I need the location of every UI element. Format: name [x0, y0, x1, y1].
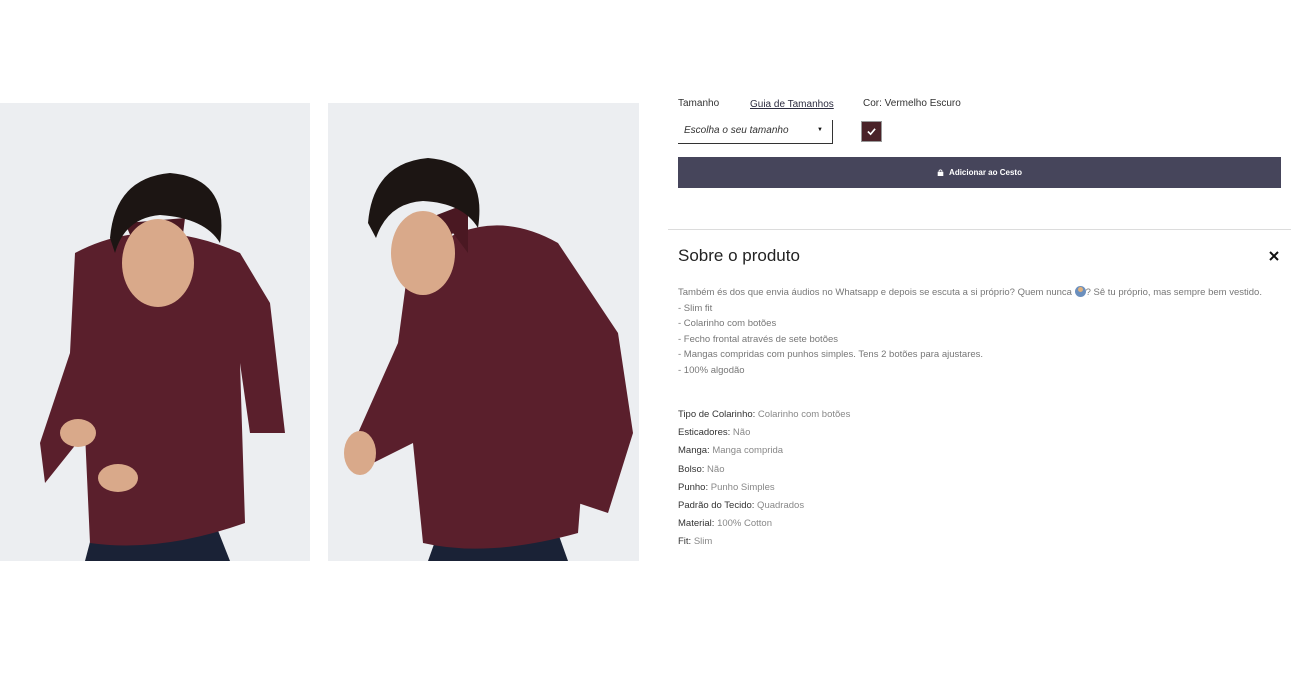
feature-item: - Colarinho com botões — [678, 318, 777, 329]
person-emoji-icon — [1074, 286, 1086, 297]
spec-row: Manga: Manga comprida — [678, 445, 784, 457]
feature-item: - Fecho frontal através de sete botões — [678, 333, 839, 345]
close-icon[interactable] — [1267, 249, 1281, 263]
caret-down-icon: ▼ — [817, 127, 823, 133]
product-specs: Tipo de Colarinho: Colarinho com botões … — [678, 406, 850, 552]
color-swatch-dark-red[interactable] — [861, 121, 882, 142]
color-label: Cor: Vermelho Escuro — [863, 98, 961, 109]
product-photo-front[interactable] — [0, 103, 310, 561]
spec-row: Punho: Punho Simples — [678, 481, 775, 493]
spec-row: Fit: Slim — [678, 536, 713, 548]
spec-row: Padrão do Tecido: Quadrados — [678, 500, 805, 512]
feature-item: - Slim fit — [678, 302, 713, 314]
about-product-title: Sobre o produto — [678, 246, 800, 265]
section-divider — [668, 229, 1291, 230]
add-to-cart-button[interactable]: Adicionar ao Cesto — [678, 157, 1281, 188]
spec-row: Bolso: Não — [678, 463, 725, 475]
model-side-illustration — [328, 103, 639, 561]
model-front-illustration — [0, 103, 310, 561]
size-select-placeholder: Escolha o seu tamanho — [684, 125, 789, 136]
size-guide-link[interactable]: Guia de Tamanhos — [750, 99, 834, 110]
size-label: Tamanho — [678, 98, 720, 109]
check-icon — [867, 128, 876, 136]
product-photo-side[interactable] — [328, 103, 639, 561]
feature-item: - Mangas compridas com punhos simples. T… — [678, 349, 984, 360]
size-select[interactable]: Escolha o seu tamanho ▼ — [678, 120, 833, 144]
feature-item: - 100% algodão — [678, 364, 745, 376]
product-description: Também és dos que envia áudios no Whatsa… — [678, 285, 1283, 378]
description-intro: Também és dos que envia áudios no Whatsa… — [678, 286, 1262, 298]
add-to-cart-label: Adicionar ao Cesto — [949, 168, 1022, 177]
feature-list: - Slim fit - Colarinho com botões - Fech… — [678, 301, 1283, 379]
spec-row: Material: 100% Cotton — [678, 518, 773, 530]
lock-icon — [937, 169, 944, 176]
spec-row: Tipo de Colarinho: Colarinho com botões — [678, 409, 851, 420]
spec-row: Esticadores: Não — [678, 427, 751, 439]
